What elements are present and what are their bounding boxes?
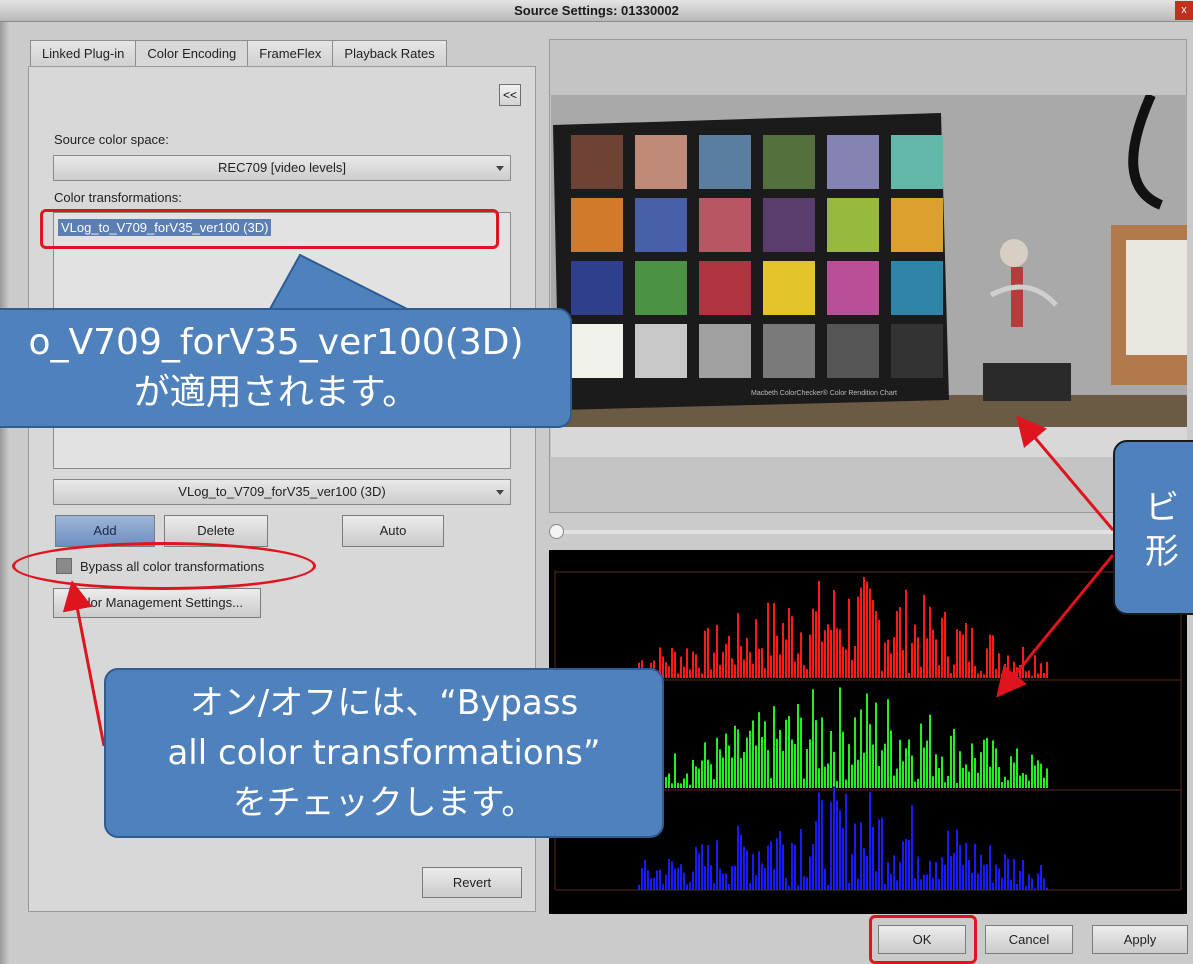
color-patch — [571, 198, 623, 252]
tab-bar: Linked Plug-in Color Encoding FrameFlex … — [30, 40, 447, 67]
chevron-down-icon — [496, 490, 504, 495]
close-button[interactable]: x — [1175, 1, 1193, 20]
color-patch — [763, 261, 815, 315]
tab-frameflex[interactable]: FrameFlex — [247, 40, 334, 67]
color-patch — [699, 135, 751, 189]
right-callout-line1: ビ — [1145, 488, 1179, 528]
color-transformations-label: Color transformations: — [54, 190, 182, 205]
color-patch — [763, 198, 815, 252]
timeline-scrubber-track[interactable] — [549, 530, 1187, 534]
color-patch — [635, 198, 687, 252]
color-patch — [827, 324, 879, 378]
red-channel-trace — [638, 577, 1048, 678]
color-patch — [699, 324, 751, 378]
color-patch — [763, 324, 815, 378]
list-item-highlight — [40, 209, 499, 249]
apply-button[interactable]: Apply — [1092, 925, 1188, 954]
applied-callout-line1: o_V709_forV35_ver100(3D) — [28, 322, 524, 363]
bypass-highlight-oval — [12, 542, 316, 590]
color-patch — [827, 198, 879, 252]
window-left-edge — [0, 22, 10, 964]
color-patch — [635, 261, 687, 315]
applied-callout: o_V709_forV35_ver100(3D) が適用されます。 — [0, 308, 572, 428]
source-color-space-label: Source color space: — [54, 132, 169, 147]
revert-button[interactable]: Revert — [422, 867, 522, 898]
color-management-settings-button[interactable]: Color Management Settings... — [53, 588, 261, 618]
video-frame-image: Macbeth ColorChecker® Color Rendition Ch… — [551, 95, 1187, 457]
color-patch — [571, 324, 623, 378]
timeline-scrubber-handle[interactable] — [549, 524, 564, 539]
tab-color-encoding[interactable]: Color Encoding — [135, 40, 249, 67]
right-callout-line2: 形 — [1145, 532, 1179, 572]
color-patch — [891, 135, 943, 189]
color-patch — [763, 135, 815, 189]
color-patch — [635, 324, 687, 378]
applied-callout-line2: が適用されます。 — [133, 372, 419, 413]
bypass-callout-line1: オン/オフには、“Bypass — [189, 683, 579, 723]
bypass-callout-line3: をチェックします。 — [232, 783, 536, 823]
source-color-space-dropdown[interactable]: REC709 [video levels] — [53, 155, 511, 181]
auto-button[interactable]: Auto — [342, 515, 444, 547]
green-channel-trace — [638, 687, 1048, 788]
transform-select-dropdown[interactable]: VLog_to_V709_forV35_ver100 (3D) — [53, 479, 511, 505]
color-patch — [827, 135, 879, 189]
color-patch — [699, 198, 751, 252]
window-title: Source Settings: 01330002 — [514, 3, 679, 18]
bypass-callout-line2: all color transformations” — [167, 733, 601, 773]
title-bar: Source Settings: 01330002 x — [0, 0, 1193, 22]
tab-linked-plug-in[interactable]: Linked Plug-in — [30, 40, 137, 67]
source-color-space-value: REC709 [video levels] — [218, 160, 346, 175]
right-callout: ビ 形 — [1113, 440, 1193, 615]
color-patch — [891, 324, 943, 378]
chevron-down-icon — [496, 166, 504, 171]
color-patch — [891, 198, 943, 252]
video-preview: Macbeth ColorChecker® Color Rendition Ch… — [551, 95, 1187, 457]
color-patch — [635, 135, 687, 189]
transform-select-value: VLog_to_V709_forV35_ver100 (3D) — [178, 484, 386, 499]
color-patch — [699, 261, 751, 315]
ok-highlight — [869, 915, 977, 964]
blue-channel-trace — [638, 786, 1048, 890]
color-patch — [571, 135, 623, 189]
color-patch — [571, 261, 623, 315]
bypass-callout: オン/オフには、“Bypass all color transformation… — [104, 668, 664, 838]
cancel-button[interactable]: Cancel — [985, 925, 1073, 954]
collapse-panel-button[interactable]: << — [499, 84, 521, 106]
chart-caption: Macbeth ColorChecker® Color Rendition Ch… — [751, 389, 897, 397]
color-patch — [891, 261, 943, 315]
tab-playback-rates[interactable]: Playback Rates — [332, 40, 447, 67]
color-patch — [827, 261, 879, 315]
